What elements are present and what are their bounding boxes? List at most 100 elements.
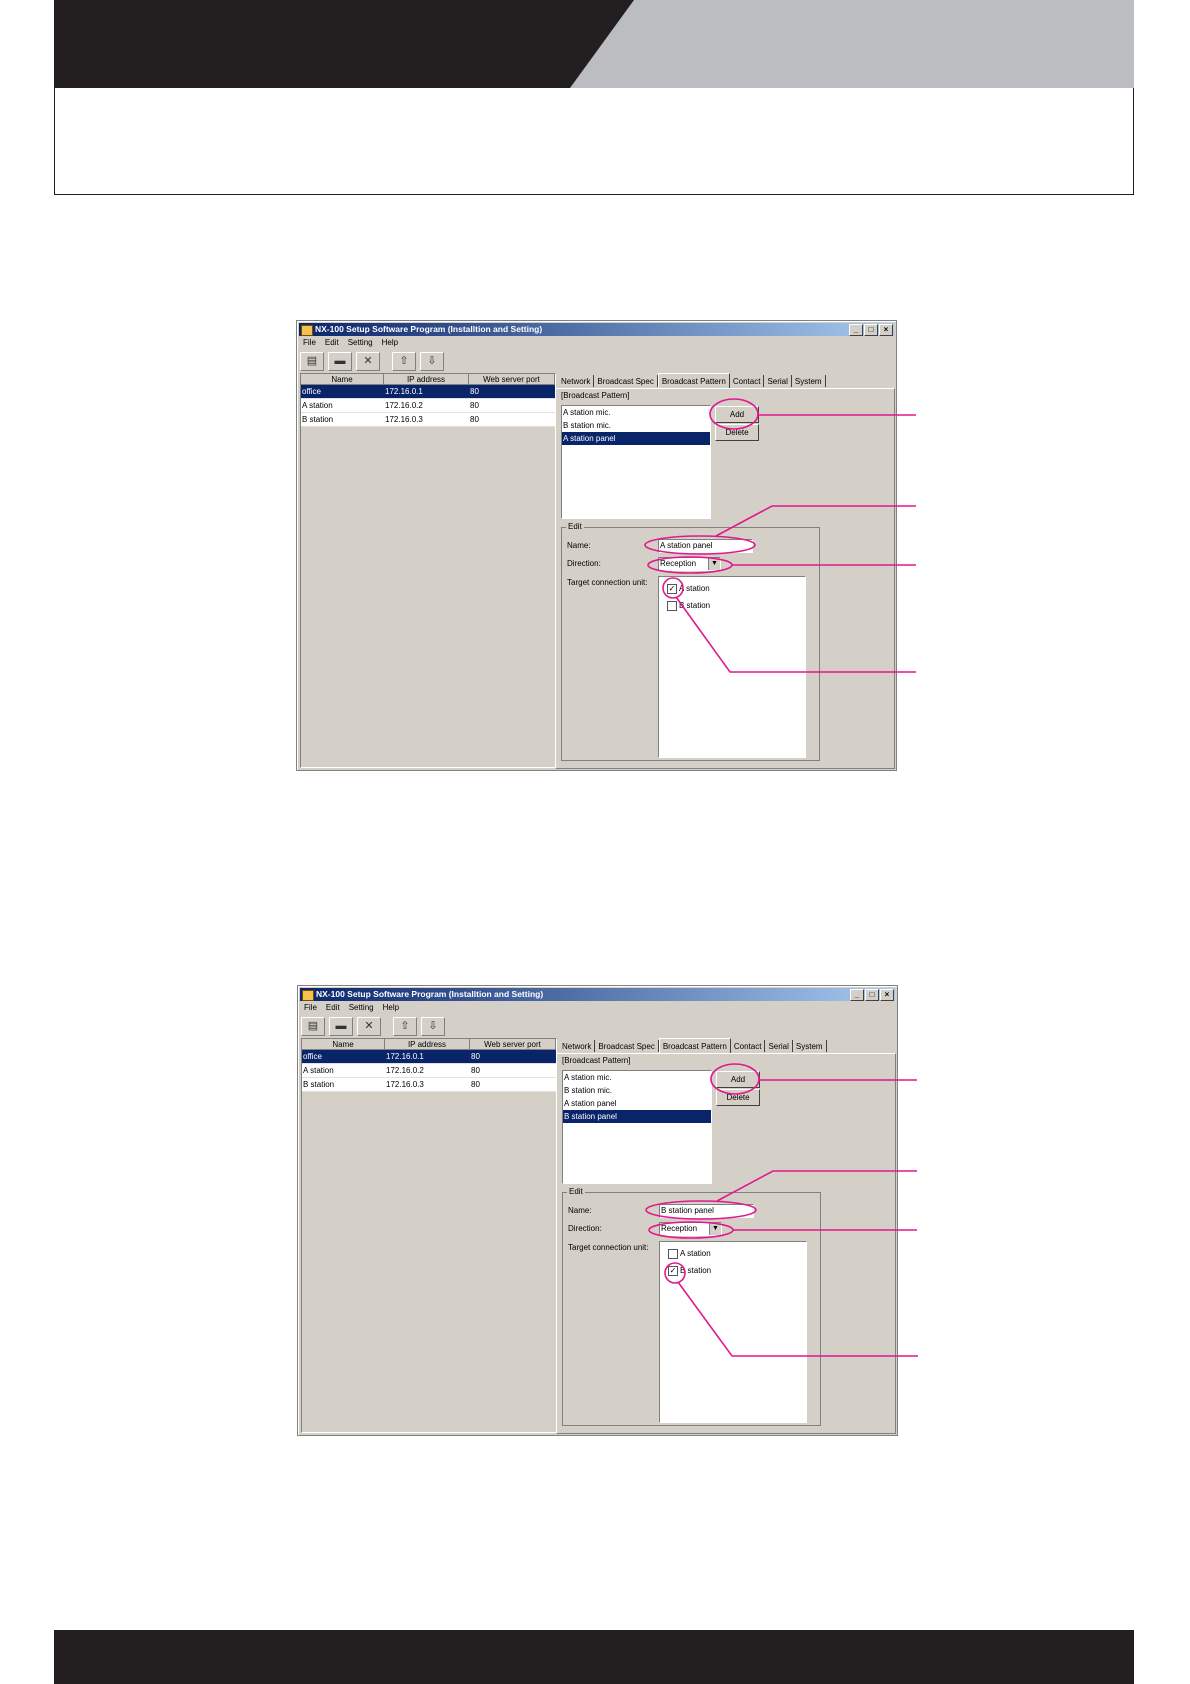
cell-ip: 172.16.0.2 (385, 401, 423, 410)
tab-contact[interactable]: Contact (730, 375, 765, 387)
network-icon[interactable]: ▬ (328, 352, 352, 371)
delete-button[interactable]: Delete (716, 1089, 760, 1106)
unit-checkbox[interactable]: ✓ (668, 1265, 678, 1276)
download-icon[interactable]: ⇩ (421, 1017, 445, 1036)
table-row[interactable]: office 172.16.0.1 80 (302, 1050, 556, 1064)
grid-header: Name IP address Web server port (301, 374, 555, 385)
close-button[interactable]: × (880, 989, 894, 1001)
tab-network[interactable]: Network (559, 1040, 596, 1052)
window-titlebar[interactable]: NX-100 Setup Software Program (Installti… (299, 323, 894, 336)
menu-setting[interactable]: Setting (349, 1002, 374, 1014)
cell-ip: 172.16.0.3 (385, 415, 423, 424)
target-unit-list: ✓ A station B station (658, 576, 806, 758)
list-item[interactable]: B station mic. (562, 419, 710, 432)
menu-help[interactable]: Help (382, 337, 398, 349)
edit-group: Edit Name: A station panel Direction: Re… (561, 522, 820, 761)
maximize-button[interactable]: □ (865, 989, 879, 1001)
table-row[interactable]: B station 172.16.0.3 80 (302, 1078, 556, 1092)
unit-label: B station (679, 601, 711, 610)
add-button[interactable]: Add (716, 1071, 760, 1088)
tab-system[interactable]: System (793, 1040, 827, 1052)
list-item[interactable]: A station mic. (562, 406, 710, 419)
menu-bar: File Edit Setting Help (301, 1002, 399, 1014)
maximize-button[interactable]: □ (864, 324, 878, 336)
tab-broadcast-pattern[interactable]: Broadcast Pattern (658, 1038, 731, 1054)
save-icon[interactable]: ▤ (300, 352, 324, 371)
table-row[interactable]: B station 172.16.0.3 80 (301, 413, 555, 427)
list-item[interactable]: A station panel (563, 1097, 711, 1110)
unit-checkbox-row[interactable]: A station (668, 1248, 711, 1260)
window-titlebar[interactable]: NX-100 Setup Software Program (Installti… (300, 988, 895, 1001)
unit-checkbox-row[interactable]: ✓ A station (667, 583, 710, 595)
header-title-box (54, 88, 1134, 195)
cell-name: B station (302, 415, 334, 424)
pattern-list[interactable]: A station mic. B station mic. A station pa… (562, 1070, 712, 1184)
chevron-down-icon[interactable]: ▼ (709, 1223, 721, 1235)
menu-file[interactable]: File (303, 337, 316, 349)
tab-broadcast-spec[interactable]: Broadcast Spec (594, 375, 658, 387)
list-item[interactable]: A station mic. (563, 1071, 711, 1084)
list-item[interactable]: B station mic. (563, 1084, 711, 1097)
col-name-header[interactable]: Name (302, 1039, 386, 1050)
menu-file[interactable]: File (304, 1002, 317, 1014)
menu-help[interactable]: Help (383, 1002, 399, 1014)
chevron-down-icon[interactable]: ▼ (708, 558, 720, 570)
pattern-list[interactable]: A station mic. B station mic. A station pa… (561, 405, 711, 519)
menu-bar: File Edit Setting Help (300, 337, 398, 349)
direction-label: Direction: (568, 1224, 602, 1233)
page-header (54, 0, 1134, 196)
col-name-header[interactable]: Name (301, 374, 385, 385)
cell-port: 80 (471, 1052, 480, 1061)
save-icon[interactable]: ▤ (301, 1017, 325, 1036)
name-field[interactable]: B station panel (659, 1204, 754, 1218)
list-item[interactable]: A station panel (562, 432, 710, 445)
tab-system[interactable]: System (792, 375, 826, 387)
cell-ip: 172.16.0.1 (386, 1052, 424, 1061)
col-port-header[interactable]: Web server port (470, 1039, 556, 1050)
target-label: Target connection unit: (568, 1243, 649, 1252)
direction-select[interactable]: Reception ▼ (659, 1222, 722, 1236)
section-label: [Broadcast Pattern] (562, 1056, 631, 1065)
menu-edit[interactable]: Edit (325, 337, 339, 349)
download-icon[interactable]: ⇩ (420, 352, 444, 371)
unit-checkbox[interactable] (667, 600, 677, 611)
col-ip-header[interactable]: IP address (385, 1039, 471, 1050)
direction-select[interactable]: Reception ▼ (658, 557, 721, 571)
tab-strip: Network Broadcast Spec Broadcast Pattern Co… (559, 1038, 827, 1054)
tab-broadcast-spec[interactable]: Broadcast Spec (595, 1040, 659, 1052)
unit-grid: Name IP address Web server port office 1… (300, 373, 556, 768)
upload-icon[interactable]: ⇧ (392, 352, 416, 371)
unit-checkbox-row[interactable]: B station (667, 600, 710, 612)
table-row[interactable]: A station 172.16.0.2 80 (302, 1064, 556, 1078)
add-button[interactable]: Add (715, 406, 759, 423)
tab-serial[interactable]: Serial (764, 375, 792, 387)
table-row[interactable]: office 172.16.0.1 80 (301, 385, 555, 399)
delete-button[interactable]: Delete (715, 424, 759, 441)
tab-network[interactable]: Network (558, 375, 595, 387)
unit-label: B station (680, 1266, 712, 1275)
window-title: NX-100 Setup Software Program (Installti… (316, 989, 544, 999)
tab-broadcast-pattern[interactable]: Broadcast Pattern (657, 373, 730, 389)
unit-checkbox[interactable]: ✓ (667, 583, 677, 594)
close-button[interactable]: × (879, 324, 893, 336)
col-ip-header[interactable]: IP address (384, 374, 470, 385)
network-icon[interactable]: ▬ (329, 1017, 353, 1036)
unit-label: A station (679, 584, 710, 593)
tab-serial[interactable]: Serial (765, 1040, 793, 1052)
list-item[interactable]: B station panel (563, 1110, 711, 1123)
menu-edit[interactable]: Edit (326, 1002, 340, 1014)
disconnect-icon[interactable]: ✕ (356, 352, 380, 371)
unit-checkbox[interactable] (668, 1248, 678, 1259)
table-row[interactable]: A station 172.16.0.2 80 (301, 399, 555, 413)
name-field[interactable]: A station panel (658, 539, 753, 553)
menu-setting[interactable]: Setting (348, 337, 373, 349)
cell-ip: 172.16.0.3 (386, 1080, 424, 1089)
unit-checkbox-row[interactable]: ✓ B station (668, 1265, 711, 1277)
upload-icon[interactable]: ⇧ (393, 1017, 417, 1036)
minimize-button[interactable]: _ (849, 324, 863, 336)
tab-contact[interactable]: Contact (731, 1040, 766, 1052)
cell-port: 80 (471, 1066, 480, 1075)
disconnect-icon[interactable]: ✕ (357, 1017, 381, 1036)
col-port-header[interactable]: Web server port (469, 374, 555, 385)
minimize-button[interactable]: _ (850, 989, 864, 1001)
